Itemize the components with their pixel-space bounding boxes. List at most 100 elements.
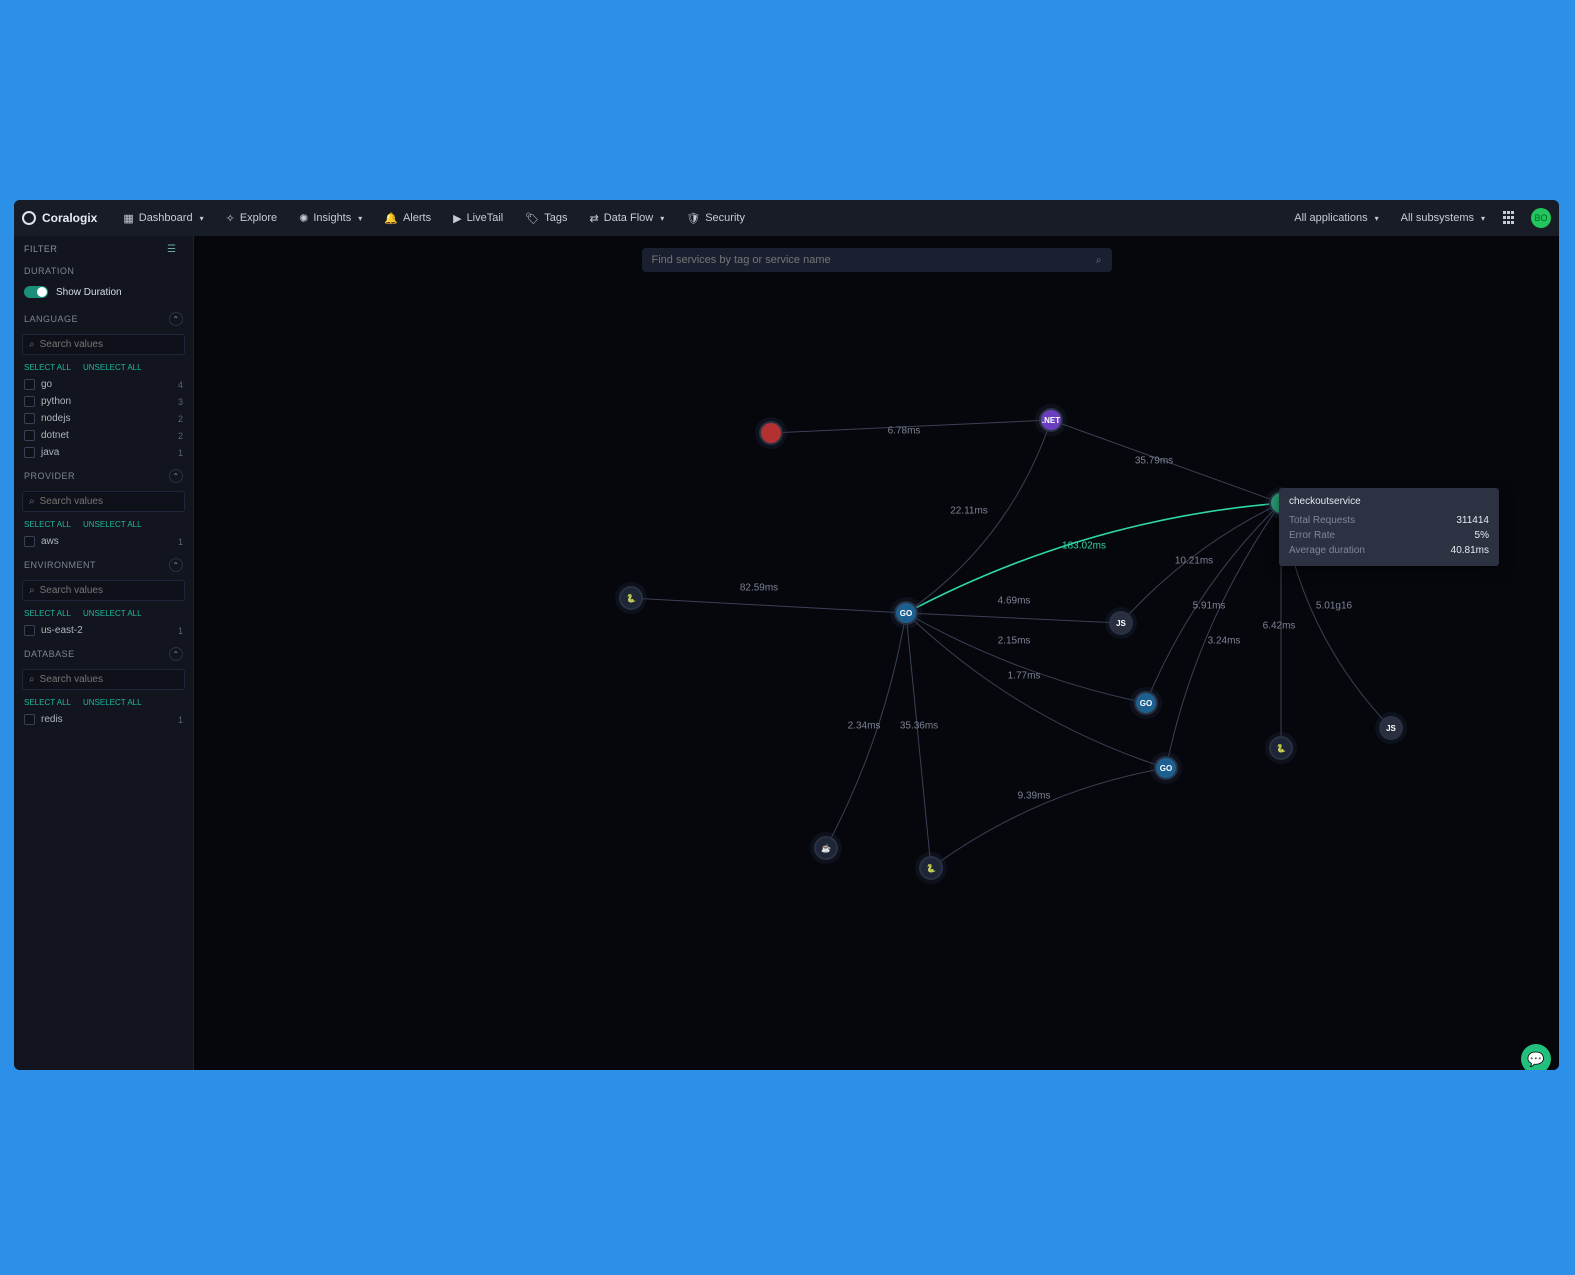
apps-grid-button[interactable] [1497,205,1523,231]
language-count: 4 [178,380,183,390]
language-search[interactable]: ⌕ [22,334,185,355]
nav-alerts[interactable]: 🔔 Alerts [374,206,441,231]
checkbox-icon[interactable] [24,430,35,441]
filter-heading: FILTER [24,244,57,254]
tooltip-row: Error Rate5% [1289,528,1489,543]
checkbox-icon[interactable] [24,413,35,424]
chat-fab[interactable]: 💬 [1521,1044,1551,1070]
edge-latency-label: 2.34ms [848,721,881,732]
language-item[interactable]: dotnet2 [14,427,193,444]
search-icon: ⌕ [29,339,35,350]
language-item[interactable]: go 4 [14,376,193,393]
edge-latency-label: 82.59ms [740,583,778,594]
show-duration-label: Show Duration [56,287,122,298]
apps-grid-icon [1503,211,1517,225]
edge-latency-label: 3.24ms [1208,636,1241,647]
database-search[interactable]: ⌕ [22,669,185,690]
environment-select-all[interactable]: SELECT ALL [24,609,71,618]
nav-security[interactable]: 🛡 Security [676,206,755,231]
tooltip-row: Total Requests311414 [1289,513,1489,528]
graph-edge [906,420,1051,613]
subsystems-dropdown[interactable]: All subsystems [1391,206,1495,230]
collapse-icon[interactable]: ⌃ [169,312,183,326]
nav-explore[interactable]: ✧ Explore [216,206,288,231]
graph-node[interactable]: GO [1154,756,1178,780]
collapse-icon[interactable]: ⌃ [169,558,183,572]
service-map-canvas[interactable]: ⌕ .NET🐍GOJSGOGO🐍JS☕🐍 6.78ms35.79ms22.11m… [194,236,1559,1070]
graph-node[interactable]: GO [894,601,918,625]
brand[interactable]: Coralogix [22,211,97,225]
search-icon: ⌕ [29,585,35,596]
language-label: dotnet [41,430,69,441]
filter-sidebar: FILTER DURATION Show Duration LANGUAGE ⌃… [14,236,194,1070]
database-item[interactable]: redis1 [14,711,193,728]
grid-icon: ▦ [123,212,133,225]
graph-node[interactable]: ☕ [814,836,838,860]
provider-item[interactable]: aws 1 [14,533,193,550]
collapse-icon[interactable]: ⌃ [169,469,183,483]
chevron-down-icon [198,212,204,224]
provider-select-all[interactable]: SELECT ALL [24,520,71,529]
database-unselect-all[interactable]: UNSELECT ALL [83,698,142,707]
user-avatar[interactable]: BO [1531,208,1551,228]
edge-latency-label: 1.77ms [1008,671,1041,682]
search-icon: ⌕ [29,674,35,685]
language-count: 2 [178,414,183,424]
graph-node[interactable]: .NET [1039,408,1063,432]
checkbox-icon[interactable] [24,714,35,725]
checkbox-icon[interactable] [24,447,35,458]
duration-heading: DURATION [14,258,193,280]
language-item[interactable]: java1 [14,444,193,461]
chevron-down-icon [658,212,664,224]
edge-latency-label: 9.39ms [1018,791,1051,802]
graph-node[interactable]: 🐍 [1269,736,1293,760]
provider-label: aws [41,536,59,547]
graph-node[interactable]: 🐍 [919,856,943,880]
chevron-down-icon [1479,212,1485,224]
language-label: nodejs [41,413,70,424]
nav-tags[interactable]: 🏷 Tags [515,206,577,231]
compass-icon: ✧ [226,212,235,225]
provider-count: 1 [178,537,183,547]
brand-logo-icon [22,211,36,225]
language-select-all[interactable]: SELECT ALL [24,363,71,372]
nav-livetail[interactable]: ▶ LiveTail [443,206,513,231]
shield-icon: 🛡 [686,212,700,225]
environment-item[interactable]: us-east-21 [14,622,193,639]
checkbox-icon[interactable] [24,379,35,390]
graph-edge [631,598,906,613]
database-select-all[interactable]: SELECT ALL [24,698,71,707]
environment-unselect-all[interactable]: UNSELECT ALL [83,609,142,618]
show-duration-toggle[interactable] [24,286,48,298]
graph-node[interactable]: GO [1134,691,1158,715]
checkbox-icon[interactable] [24,396,35,407]
graph-node[interactable]: 🐍 [619,586,643,610]
provider-heading: PROVIDER [24,471,75,481]
collapse-icon[interactable]: ⌃ [169,647,183,661]
applications-dropdown[interactable]: All applications [1284,206,1388,230]
edge-latency-label: 5.91ms [1193,601,1226,612]
language-item[interactable]: python3 [14,393,193,410]
edge-latency-label: 183.02ms [1062,541,1106,552]
play-icon: ▶ [453,212,461,225]
filter-collapse-icon[interactable] [167,244,183,254]
checkbox-icon[interactable] [24,536,35,547]
nav-dataflow[interactable]: ⇄ Data Flow [579,206,674,231]
graph-node[interactable]: JS [1379,716,1403,740]
edge-latency-label: 6.42ms [1263,621,1296,632]
edge-latency-label: 35.79ms [1135,456,1173,467]
environment-search[interactable]: ⌕ [22,580,185,601]
language-unselect-all[interactable]: UNSELECT ALL [83,363,142,372]
provider-unselect-all[interactable]: UNSELECT ALL [83,520,142,529]
graph-node[interactable] [759,421,783,445]
edge-latency-label: 10.21ms [1175,556,1213,567]
nav-dashboard[interactable]: ▦ Dashboard [113,206,213,231]
nav-insights[interactable]: ✺ Insights [289,206,372,231]
language-label: go [41,379,52,390]
language-item[interactable]: nodejs 2 [14,410,193,427]
checkbox-icon[interactable] [24,625,35,636]
provider-search[interactable]: ⌕ [22,491,185,512]
graph-node[interactable]: JS [1109,611,1133,635]
edge-latency-label: 5.01g16 [1316,601,1352,612]
graph-edge [906,613,1166,768]
